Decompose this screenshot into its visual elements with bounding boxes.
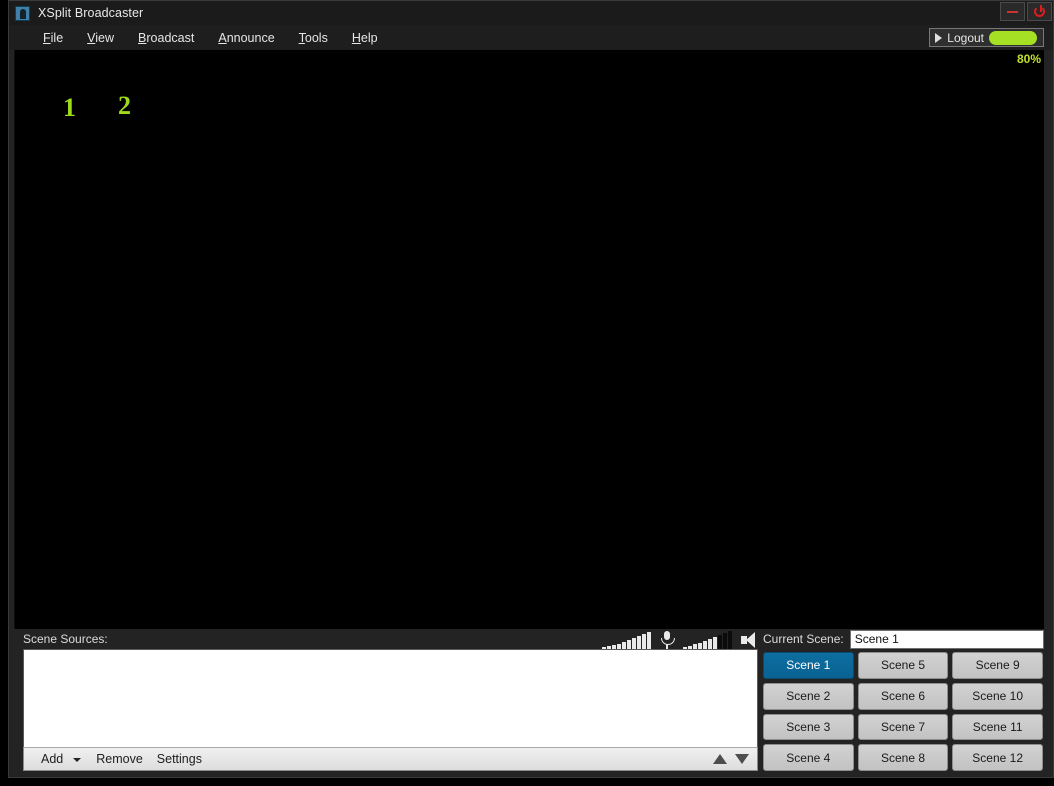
minimize-icon: [1007, 11, 1018, 13]
scenes-panel: Current Scene: Scene 1Scene 5Scene 9Scen…: [758, 629, 1044, 771]
power-icon: [1034, 6, 1045, 17]
speaker-meter-bar: [693, 644, 697, 649]
speaker-level-meter[interactable]: [683, 631, 732, 649]
chevron-down-icon[interactable]: [73, 758, 81, 762]
triangle-down-icon[interactable]: [735, 754, 749, 764]
scene-button-scene-3[interactable]: Scene 3: [763, 714, 854, 741]
scene-button-scene-8[interactable]: Scene 8: [858, 744, 949, 771]
speaker-meter-bar: [703, 641, 707, 649]
menu-item-help[interactable]: Help: [340, 29, 390, 47]
menu-rest-help: elp: [361, 31, 378, 45]
xsplit-main-window: XSplit Broadcaster File View Broadcast A…: [8, 0, 1054, 778]
speaker-meter-bar: [683, 647, 687, 649]
scene-button-scene-10[interactable]: Scene 10: [952, 683, 1043, 710]
play-triangle-icon: [935, 33, 942, 43]
speaker-cone: [746, 632, 755, 648]
speaker-meter-bar: [708, 639, 712, 649]
current-scene-row: Current Scene:: [763, 629, 1044, 649]
menu-rest-announce: nnounce: [227, 31, 275, 45]
menu-accel-help: H: [352, 31, 361, 45]
scene-button-scene-6[interactable]: Scene 6: [858, 683, 949, 710]
source-settings-button[interactable]: Settings: [150, 750, 209, 768]
preview-stage[interactable]: 80% 1 2: [14, 50, 1044, 629]
menu-item-tools[interactable]: Tools: [287, 29, 340, 47]
mic-meter-bar: [612, 645, 616, 649]
menu-rest-tools: ools: [305, 31, 328, 45]
speaker-meter-bar: [688, 646, 692, 649]
mic-meter-bar: [602, 647, 606, 649]
stage-overlay-number-1: 1: [63, 93, 76, 123]
audio-meters: [602, 627, 758, 649]
scene-button-scene-2[interactable]: Scene 2: [763, 683, 854, 710]
menu-item-file[interactable]: File: [31, 29, 75, 47]
scene-sources-toolbar: Add Remove Settings: [23, 747, 758, 771]
mic-meter-bar: [627, 640, 631, 649]
speaker-meter-bar: [718, 635, 722, 649]
menu-bar: File View Broadcast Announce Tools Help …: [9, 25, 1053, 50]
title-bar: XSplit Broadcaster: [9, 1, 1053, 25]
window-title: XSplit Broadcaster: [38, 6, 143, 20]
minimize-button[interactable]: [1000, 2, 1025, 21]
scene-name-input[interactable]: [850, 630, 1044, 649]
username-redacted-blob: [989, 31, 1037, 45]
speaker-meter-bar: [698, 643, 702, 649]
microphone-level-meter[interactable]: [602, 631, 651, 649]
scene-button-scene-11[interactable]: Scene 11: [952, 714, 1043, 741]
mic-meter-bar: [632, 638, 636, 649]
menu-rest-view: iew: [95, 31, 114, 45]
scene-sources-header: Scene Sources:: [23, 629, 758, 649]
stage-overlay-number-2: 2: [118, 91, 131, 121]
preview-area-wrapper: 80% 1 2: [9, 50, 1053, 629]
menu-accel-announce: A: [218, 31, 226, 45]
scene-button-scene-1[interactable]: Scene 1: [763, 652, 854, 679]
menu-item-view[interactable]: View: [75, 29, 126, 47]
menu-accel-file: F: [43, 31, 51, 45]
microphone-stem: [666, 644, 668, 649]
speaker-meter-bar: [713, 637, 717, 649]
scene-sources-list[interactable]: [23, 649, 758, 747]
remove-source-button[interactable]: Remove: [89, 750, 150, 768]
scene-button-scene-12[interactable]: Scene 12: [952, 744, 1043, 771]
mic-meter-bar: [642, 634, 646, 649]
scene-button-scene-5[interactable]: Scene 5: [858, 652, 949, 679]
zoom-level-label: 80%: [1017, 52, 1041, 66]
triangle-up-icon[interactable]: [713, 754, 727, 764]
microphone-icon[interactable]: [660, 630, 674, 649]
menu-item-announce[interactable]: Announce: [206, 29, 286, 47]
speaker-meter-bar: [728, 631, 732, 649]
window-controls: [1000, 2, 1052, 21]
scene-button-scene-9[interactable]: Scene 9: [952, 652, 1043, 679]
add-source-button[interactable]: Add: [34, 750, 70, 768]
xsplit-logo-icon: [15, 6, 30, 21]
scene-button-scene-4[interactable]: Scene 4: [763, 744, 854, 771]
close-button[interactable]: [1027, 2, 1052, 21]
source-order-buttons: [713, 754, 749, 764]
scene-button-scene-7[interactable]: Scene 7: [858, 714, 949, 741]
scene-sources-panel: Scene Sources: Add Remove Settings: [14, 629, 758, 771]
current-scene-label: Current Scene:: [763, 632, 844, 646]
logout-label: Logout: [947, 31, 984, 45]
bottom-region: Scene Sources: Add Remove Settings: [9, 629, 1053, 777]
menu-rest-broadcast: roadcast: [146, 31, 194, 45]
menu-item-broadcast[interactable]: Broadcast: [126, 29, 206, 47]
scene-button-grid: Scene 1Scene 5Scene 9Scene 2Scene 6Scene…: [763, 652, 1044, 771]
mic-meter-bar: [622, 642, 626, 649]
speaker-meter-bar: [723, 633, 727, 649]
mic-meter-bar: [607, 646, 611, 649]
scene-sources-label: Scene Sources:: [23, 632, 108, 646]
mic-meter-bar: [647, 632, 651, 649]
logout-button[interactable]: Logout: [929, 28, 1044, 47]
speaker-icon[interactable]: [741, 631, 758, 649]
mic-meter-bar: [617, 644, 621, 649]
menu-rest-file: ile: [51, 31, 64, 45]
mic-meter-bar: [637, 636, 641, 649]
